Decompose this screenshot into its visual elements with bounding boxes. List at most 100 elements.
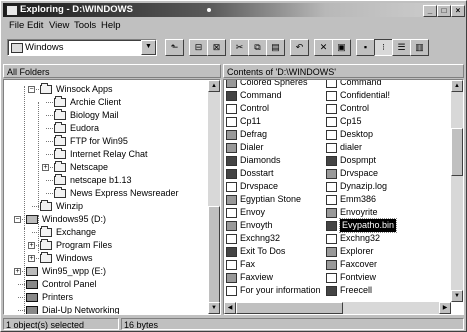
tree-item[interactable]: Eudora	[4, 122, 209, 135]
control-icon	[26, 293, 38, 302]
file-item[interactable]: Desktop	[326, 128, 424, 141]
chevron-down-icon[interactable]: ▼	[141, 40, 156, 55]
file-item[interactable]: Cp15	[326, 115, 424, 128]
tree-item[interactable]: Winzip	[4, 200, 209, 213]
tree-item[interactable]: Internet Relay Chat	[4, 148, 209, 161]
file-item[interactable]: Explorer	[326, 245, 424, 258]
file-item[interactable]: Drvspace	[326, 167, 424, 180]
tree-item[interactable]: + Program Files	[4, 239, 209, 252]
file-item[interactable]: Emm386	[326, 193, 424, 206]
scroll-right-arrow[interactable]: ▶	[439, 302, 451, 314]
file-item[interactable]: Freecell	[326, 284, 424, 297]
tree-item[interactable]: Printers	[4, 291, 209, 304]
up-folder-button[interactable]: ⬑	[165, 39, 184, 56]
file-item[interactable]: Evypatho.bin	[326, 218, 424, 233]
scroll-thumb[interactable]	[451, 128, 463, 176]
details-button[interactable]: ▥	[410, 39, 429, 56]
tree-item[interactable]: FTP for Win95	[4, 135, 209, 148]
scroll-thumb[interactable]	[208, 206, 220, 306]
file-item[interactable]: For your information	[226, 284, 324, 297]
file-item[interactable]: Fontview	[326, 271, 424, 284]
tree-item[interactable]: − Winsock Apps	[4, 83, 209, 96]
file-item[interactable]: Control	[226, 102, 324, 115]
all-folders-header: All Folders	[3, 64, 221, 78]
tree-item[interactable]: + Windows	[4, 252, 209, 265]
tree-vertical-scrollbar[interactable]: ▲ ▼	[208, 80, 220, 314]
menu-help[interactable]: Help	[101, 20, 121, 31]
scroll-thumb[interactable]	[236, 302, 343, 314]
file-item[interactable]: Control	[326, 102, 424, 115]
file-item[interactable]: Dialer	[226, 141, 324, 154]
file-horizontal-scrollbar[interactable]: ◀ ▶	[224, 302, 451, 314]
file-item[interactable]: Dynazip.log	[326, 180, 424, 193]
tree-item[interactable]: + Win95_wpp (E:)	[4, 265, 209, 278]
paste-button[interactable]: ▤	[266, 39, 285, 56]
minimize-button[interactable]: _	[423, 5, 437, 17]
file-item[interactable]: Diamonds	[226, 154, 324, 167]
file-item[interactable]: Command	[326, 80, 424, 89]
file-item[interactable]: Drvspace	[226, 180, 324, 193]
disconnect-button[interactable]: ⊠	[207, 39, 226, 56]
tree-item[interactable]: Biology Mail	[4, 109, 209, 122]
tree-connector	[46, 141, 53, 142]
file-item[interactable]: Dospmpt	[326, 154, 424, 167]
maximize-button[interactable]: □	[437, 5, 451, 17]
file-item[interactable]: Colored Spheres	[226, 80, 324, 89]
file-vertical-scrollbar[interactable]: ▲ ▼	[451, 80, 463, 302]
scroll-up-arrow[interactable]: ▲	[451, 80, 463, 92]
file-item[interactable]: Envoy	[226, 206, 324, 219]
tree-item[interactable]: Dial-Up Networking	[4, 304, 209, 314]
cut-button[interactable]: ✂	[230, 39, 249, 56]
menu-view[interactable]: View	[49, 20, 69, 31]
file-list-pane[interactable]: Colored Spheres Command Control Cp11 Defrag D…	[223, 79, 464, 315]
file-item[interactable]: Faxview	[226, 271, 324, 284]
file-item[interactable]: dialer	[326, 141, 424, 154]
file-item[interactable]: Envoyrite	[326, 206, 424, 219]
file-item[interactable]: Defrag	[226, 128, 324, 141]
tree-item[interactable]: − Windows95 (D:)	[4, 213, 209, 226]
tree-item[interactable]: News Express Newsreader	[4, 187, 209, 200]
file-item[interactable]: Dosstart	[226, 167, 324, 180]
menu-edit[interactable]: Edit	[27, 20, 43, 31]
expand-icon[interactable]: +	[42, 164, 49, 171]
file-item[interactable]: Egyptian Stone	[226, 193, 324, 206]
file-item[interactable]: Exchng32	[226, 232, 324, 245]
collapse-icon[interactable]: −	[28, 86, 35, 93]
file-item[interactable]: Exchng32	[326, 232, 424, 245]
list-button[interactable]: ☰	[392, 39, 411, 56]
scroll-left-arrow[interactable]: ◀	[224, 302, 236, 314]
delete-button[interactable]: ✕	[314, 39, 333, 56]
menu-file[interactable]: File	[9, 20, 24, 31]
expand-icon[interactable]: +	[14, 268, 21, 275]
file-item[interactable]: Exit To Dos	[226, 245, 324, 258]
small-icons-button[interactable]: ⁝	[374, 39, 393, 56]
tree-item[interactable]: netscape b1.13	[4, 174, 209, 187]
file-item[interactable]: Envoyth	[226, 219, 324, 232]
expand-icon[interactable]: +	[28, 255, 35, 262]
copy-button[interactable]: ⧉	[248, 39, 267, 56]
tree-item[interactable]: + Netscape	[4, 161, 209, 174]
menu-tools[interactable]: Tools	[74, 20, 96, 31]
address-combo[interactable]: Windows ▼	[7, 39, 157, 56]
scroll-down-arrow[interactable]: ▼	[208, 302, 220, 314]
file-item[interactable]: Command	[226, 89, 324, 102]
properties-button[interactable]: ▣	[332, 39, 351, 56]
file-icon	[226, 91, 237, 101]
undo-button[interactable]: ↶	[290, 39, 309, 56]
tree-item[interactable]: Archie Client	[4, 96, 209, 109]
file-item[interactable]: Cp11	[226, 115, 324, 128]
scroll-down-arrow[interactable]: ▼	[451, 290, 463, 302]
file-item[interactable]: Faxcover	[326, 258, 424, 271]
folder-tree-pane[interactable]: − Winsock Apps Archie Client Biology Mail Eu…	[3, 79, 221, 315]
scroll-up-arrow[interactable]: ▲	[208, 80, 220, 92]
map-drive-button[interactable]: ⊟	[189, 39, 208, 56]
title-bar[interactable]: Exploring - D:\WINDOWS _ □ ×	[3, 3, 465, 17]
expand-icon[interactable]: +	[28, 242, 35, 249]
file-item[interactable]: Fax	[226, 258, 324, 271]
tree-item[interactable]: Exchange	[4, 226, 209, 239]
tree-item[interactable]: Control Panel	[4, 278, 209, 291]
large-icons-button[interactable]: ▪	[356, 39, 375, 56]
close-button[interactable]: ×	[451, 5, 465, 17]
collapse-icon[interactable]: −	[14, 216, 21, 223]
file-item[interactable]: Confidential!	[326, 89, 424, 102]
